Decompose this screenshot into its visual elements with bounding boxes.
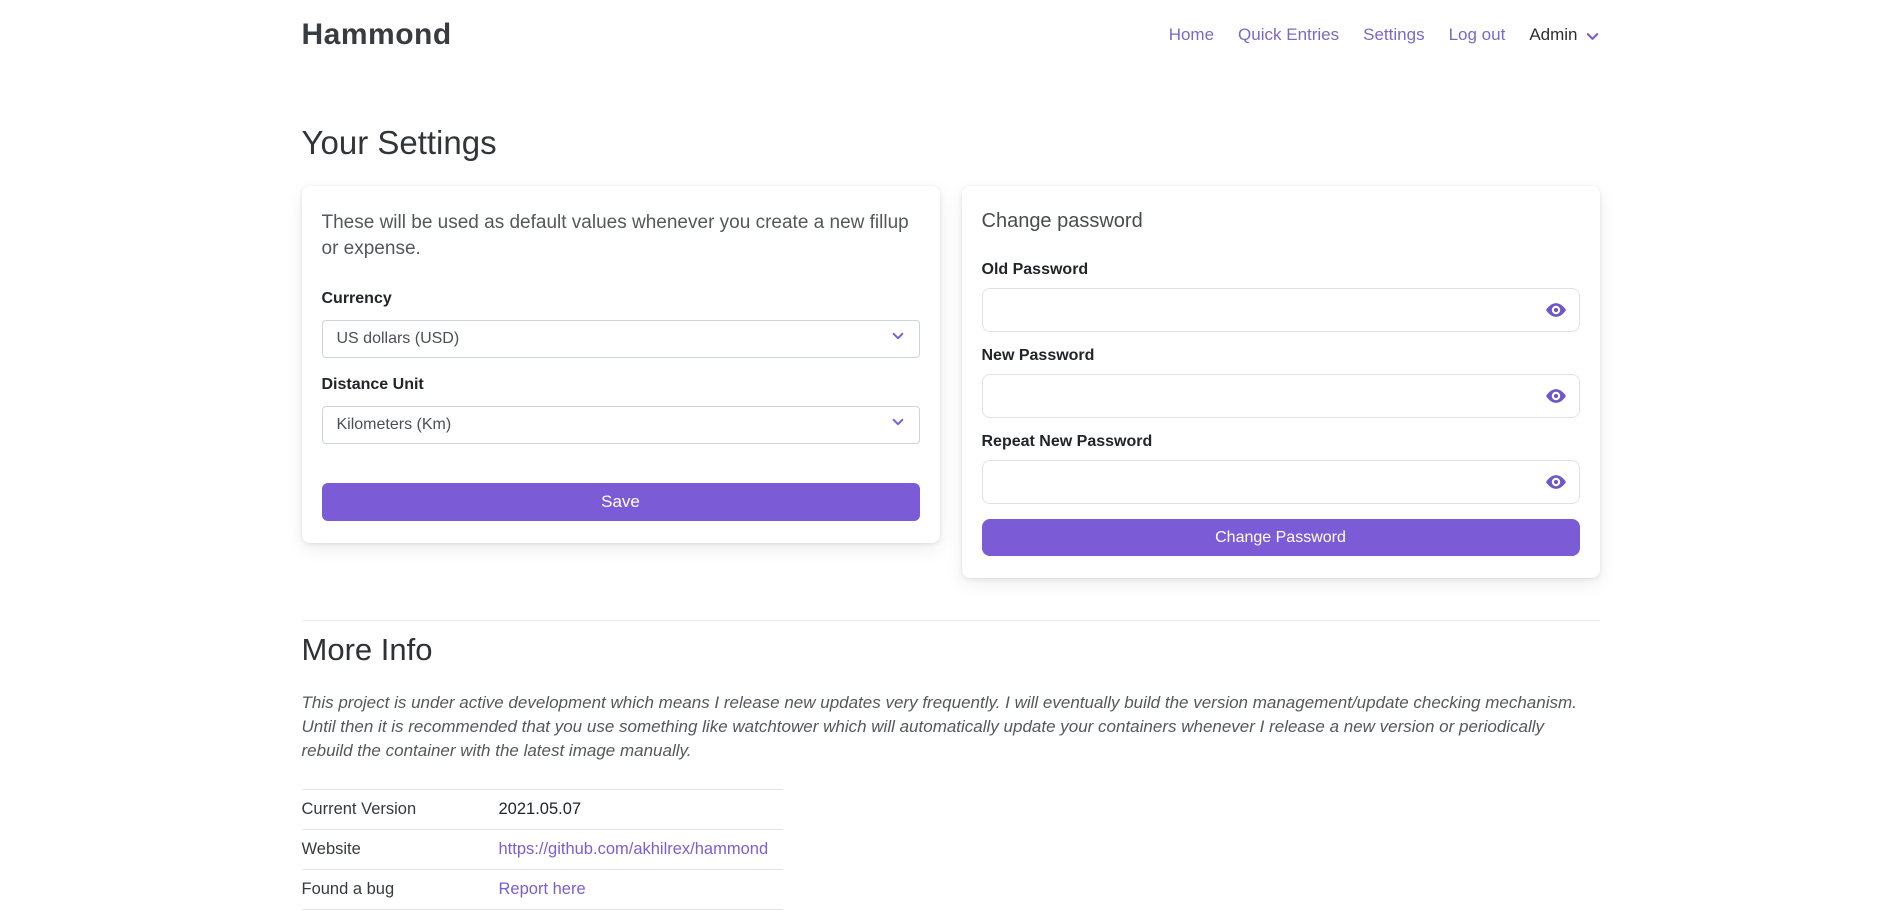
info-row-label: Current Version bbox=[302, 790, 499, 830]
table-row: Found a bug Report here bbox=[302, 870, 783, 910]
current-version-value: 2021.05.07 bbox=[499, 790, 783, 830]
new-password-input[interactable] bbox=[982, 374, 1580, 418]
table-row: Feature Request Request here bbox=[302, 910, 783, 914]
brand-logo[interactable]: Hammond bbox=[302, 18, 452, 52]
table-row: Website https://github.com/akhilrex/hamm… bbox=[302, 830, 783, 870]
info-row-label: Found a bug bbox=[302, 870, 499, 910]
old-password-field bbox=[982, 288, 1580, 332]
save-button[interactable]: Save bbox=[322, 483, 920, 521]
toggle-password-visibility-button[interactable] bbox=[1545, 299, 1567, 321]
table-row: Current Version 2021.05.07 bbox=[302, 790, 783, 830]
chevron-down-icon bbox=[891, 415, 905, 434]
default-values-card: These will be used as default values whe… bbox=[302, 186, 940, 543]
nav-item-quick-entries[interactable]: Quick Entries bbox=[1238, 25, 1339, 45]
currency-label: Currency bbox=[322, 290, 920, 308]
change-password-title: Change password bbox=[982, 210, 1580, 233]
main-content: Your Settings These will be used as defa… bbox=[302, 124, 1600, 914]
old-password-label: Old Password bbox=[982, 261, 1580, 279]
section-divider bbox=[302, 620, 1600, 621]
currency-select-value: US dollars (USD) bbox=[337, 330, 460, 348]
toggle-password-visibility-button[interactable] bbox=[1545, 471, 1567, 493]
nav-item-settings[interactable]: Settings bbox=[1363, 25, 1424, 45]
admin-dropdown-label: Admin bbox=[1529, 25, 1577, 45]
info-row-label: Website bbox=[302, 830, 499, 870]
info-row-label: Feature Request bbox=[302, 910, 499, 914]
more-info-section: More Info This project is under active d… bbox=[302, 632, 1600, 914]
distance-unit-select[interactable]: Kilometers (Km) bbox=[322, 406, 920, 444]
nav-item-home[interactable]: Home bbox=[1169, 25, 1214, 45]
new-password-label: New Password bbox=[982, 347, 1580, 365]
navbar: Hammond Home Quick Entries Settings Log … bbox=[0, 0, 1901, 70]
page-title: Your Settings bbox=[302, 124, 1600, 162]
repeat-new-password-input[interactable] bbox=[982, 460, 1580, 504]
eye-icon bbox=[1545, 309, 1567, 324]
new-password-field bbox=[982, 374, 1580, 418]
repeat-new-password-label: Repeat New Password bbox=[982, 433, 1580, 451]
defaults-description: These will be used as default values whe… bbox=[322, 210, 920, 262]
change-password-button[interactable]: Change Password bbox=[982, 519, 1580, 556]
website-link[interactable]: https://github.com/akhilrex/hammond bbox=[499, 840, 769, 858]
eye-icon bbox=[1545, 481, 1567, 496]
chevron-down-icon bbox=[891, 329, 905, 348]
toggle-password-visibility-button[interactable] bbox=[1545, 385, 1567, 407]
distance-unit-select-value: Kilometers (Km) bbox=[337, 416, 452, 434]
main-nav: Home Quick Entries Settings Log out Admi… bbox=[1169, 25, 1600, 45]
currency-select[interactable]: US dollars (USD) bbox=[322, 320, 920, 358]
info-table: Current Version 2021.05.07 Website https… bbox=[302, 789, 783, 914]
report-bug-link[interactable]: Report here bbox=[499, 880, 586, 898]
development-note: This project is under active development… bbox=[302, 691, 1600, 763]
chevron-down-icon bbox=[1585, 27, 1600, 44]
more-info-title: More Info bbox=[302, 632, 1600, 668]
change-password-card: Change password Old Password New Passwor… bbox=[962, 186, 1600, 578]
eye-icon bbox=[1545, 395, 1567, 410]
nav-item-logout[interactable]: Log out bbox=[1449, 25, 1506, 45]
distance-unit-label: Distance Unit bbox=[322, 376, 920, 394]
repeat-new-password-field bbox=[982, 460, 1580, 504]
admin-dropdown[interactable]: Admin bbox=[1529, 25, 1599, 45]
old-password-input[interactable] bbox=[982, 288, 1580, 332]
